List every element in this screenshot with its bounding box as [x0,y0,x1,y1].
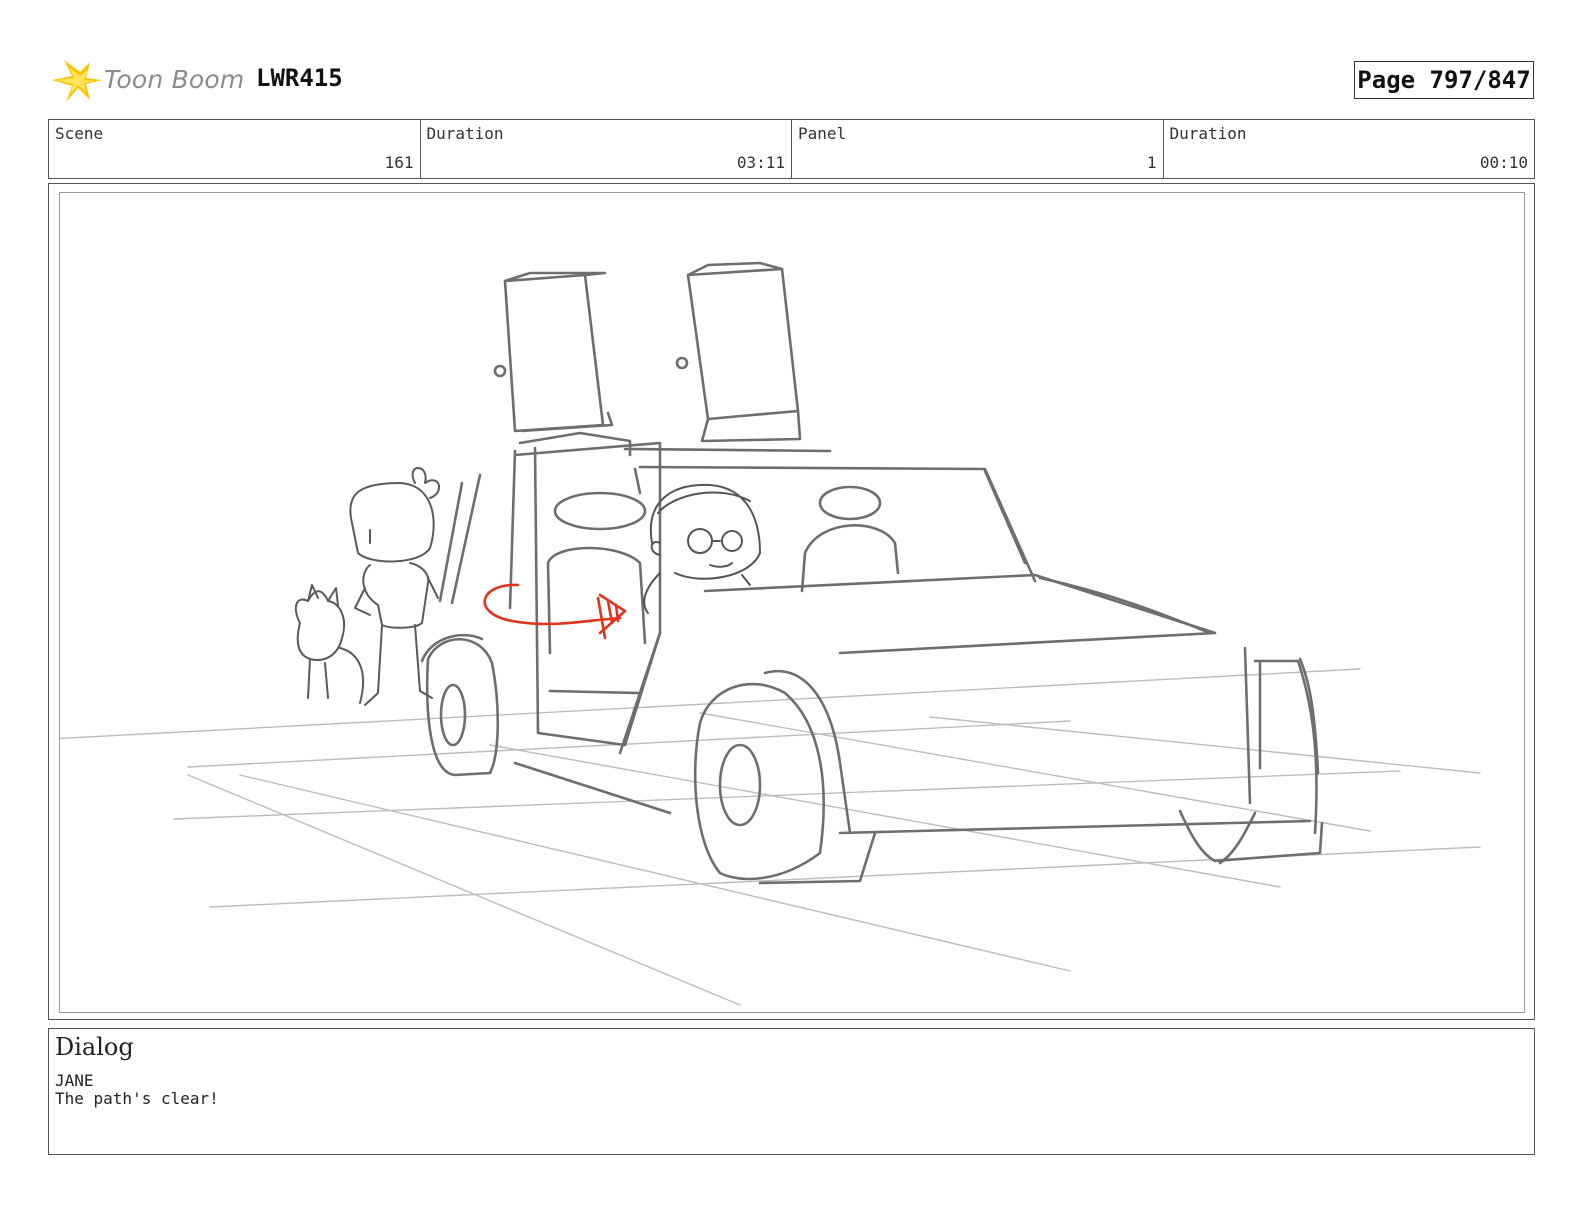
page-indicator: Page 797/847 [1354,61,1534,99]
panel-value: 1 [1146,153,1157,172]
scene-value: 161 [384,153,414,172]
dialog-box: Dialog JANE The path's clear! [48,1028,1535,1155]
storyboard-sketch [60,261,1481,1006]
panel-duration-label: Duration [1169,124,1247,143]
dialog-speaker: JANE [55,1071,94,1090]
ground-grid [60,668,1481,1006]
panel-duration-value: 00:10 [1479,153,1528,172]
panel-duration-cell: Duration 00:10 [1164,120,1535,178]
toon-boom-logo: Toon Boom [50,56,250,106]
scene-duration-value: 03:11 [736,153,785,172]
characters-sketch [294,467,440,706]
info-table: Scene 161 Duration 03:11 Panel 1 Duratio… [48,119,1535,179]
car-sketch [420,261,1324,885]
scene-duration-cell: Duration 03:11 [421,120,792,178]
scene-duration-label: Duration [426,124,504,143]
project-code: LWR415 [256,64,343,92]
dialog-line: The path's clear! [55,1089,219,1108]
scene-cell: Scene 161 [49,120,421,178]
dialog-title: Dialog [55,1033,134,1061]
panel-cell: Panel 1 [792,120,1164,178]
logo-text: Toon Boom [104,65,245,94]
storyboard-panel [59,192,1525,1013]
scene-label: Scene [55,124,104,143]
toon-boom-star-icon [52,60,102,102]
driver-sketch [643,483,761,614]
action-arrow [483,583,627,640]
panel-label: Panel [798,124,847,143]
